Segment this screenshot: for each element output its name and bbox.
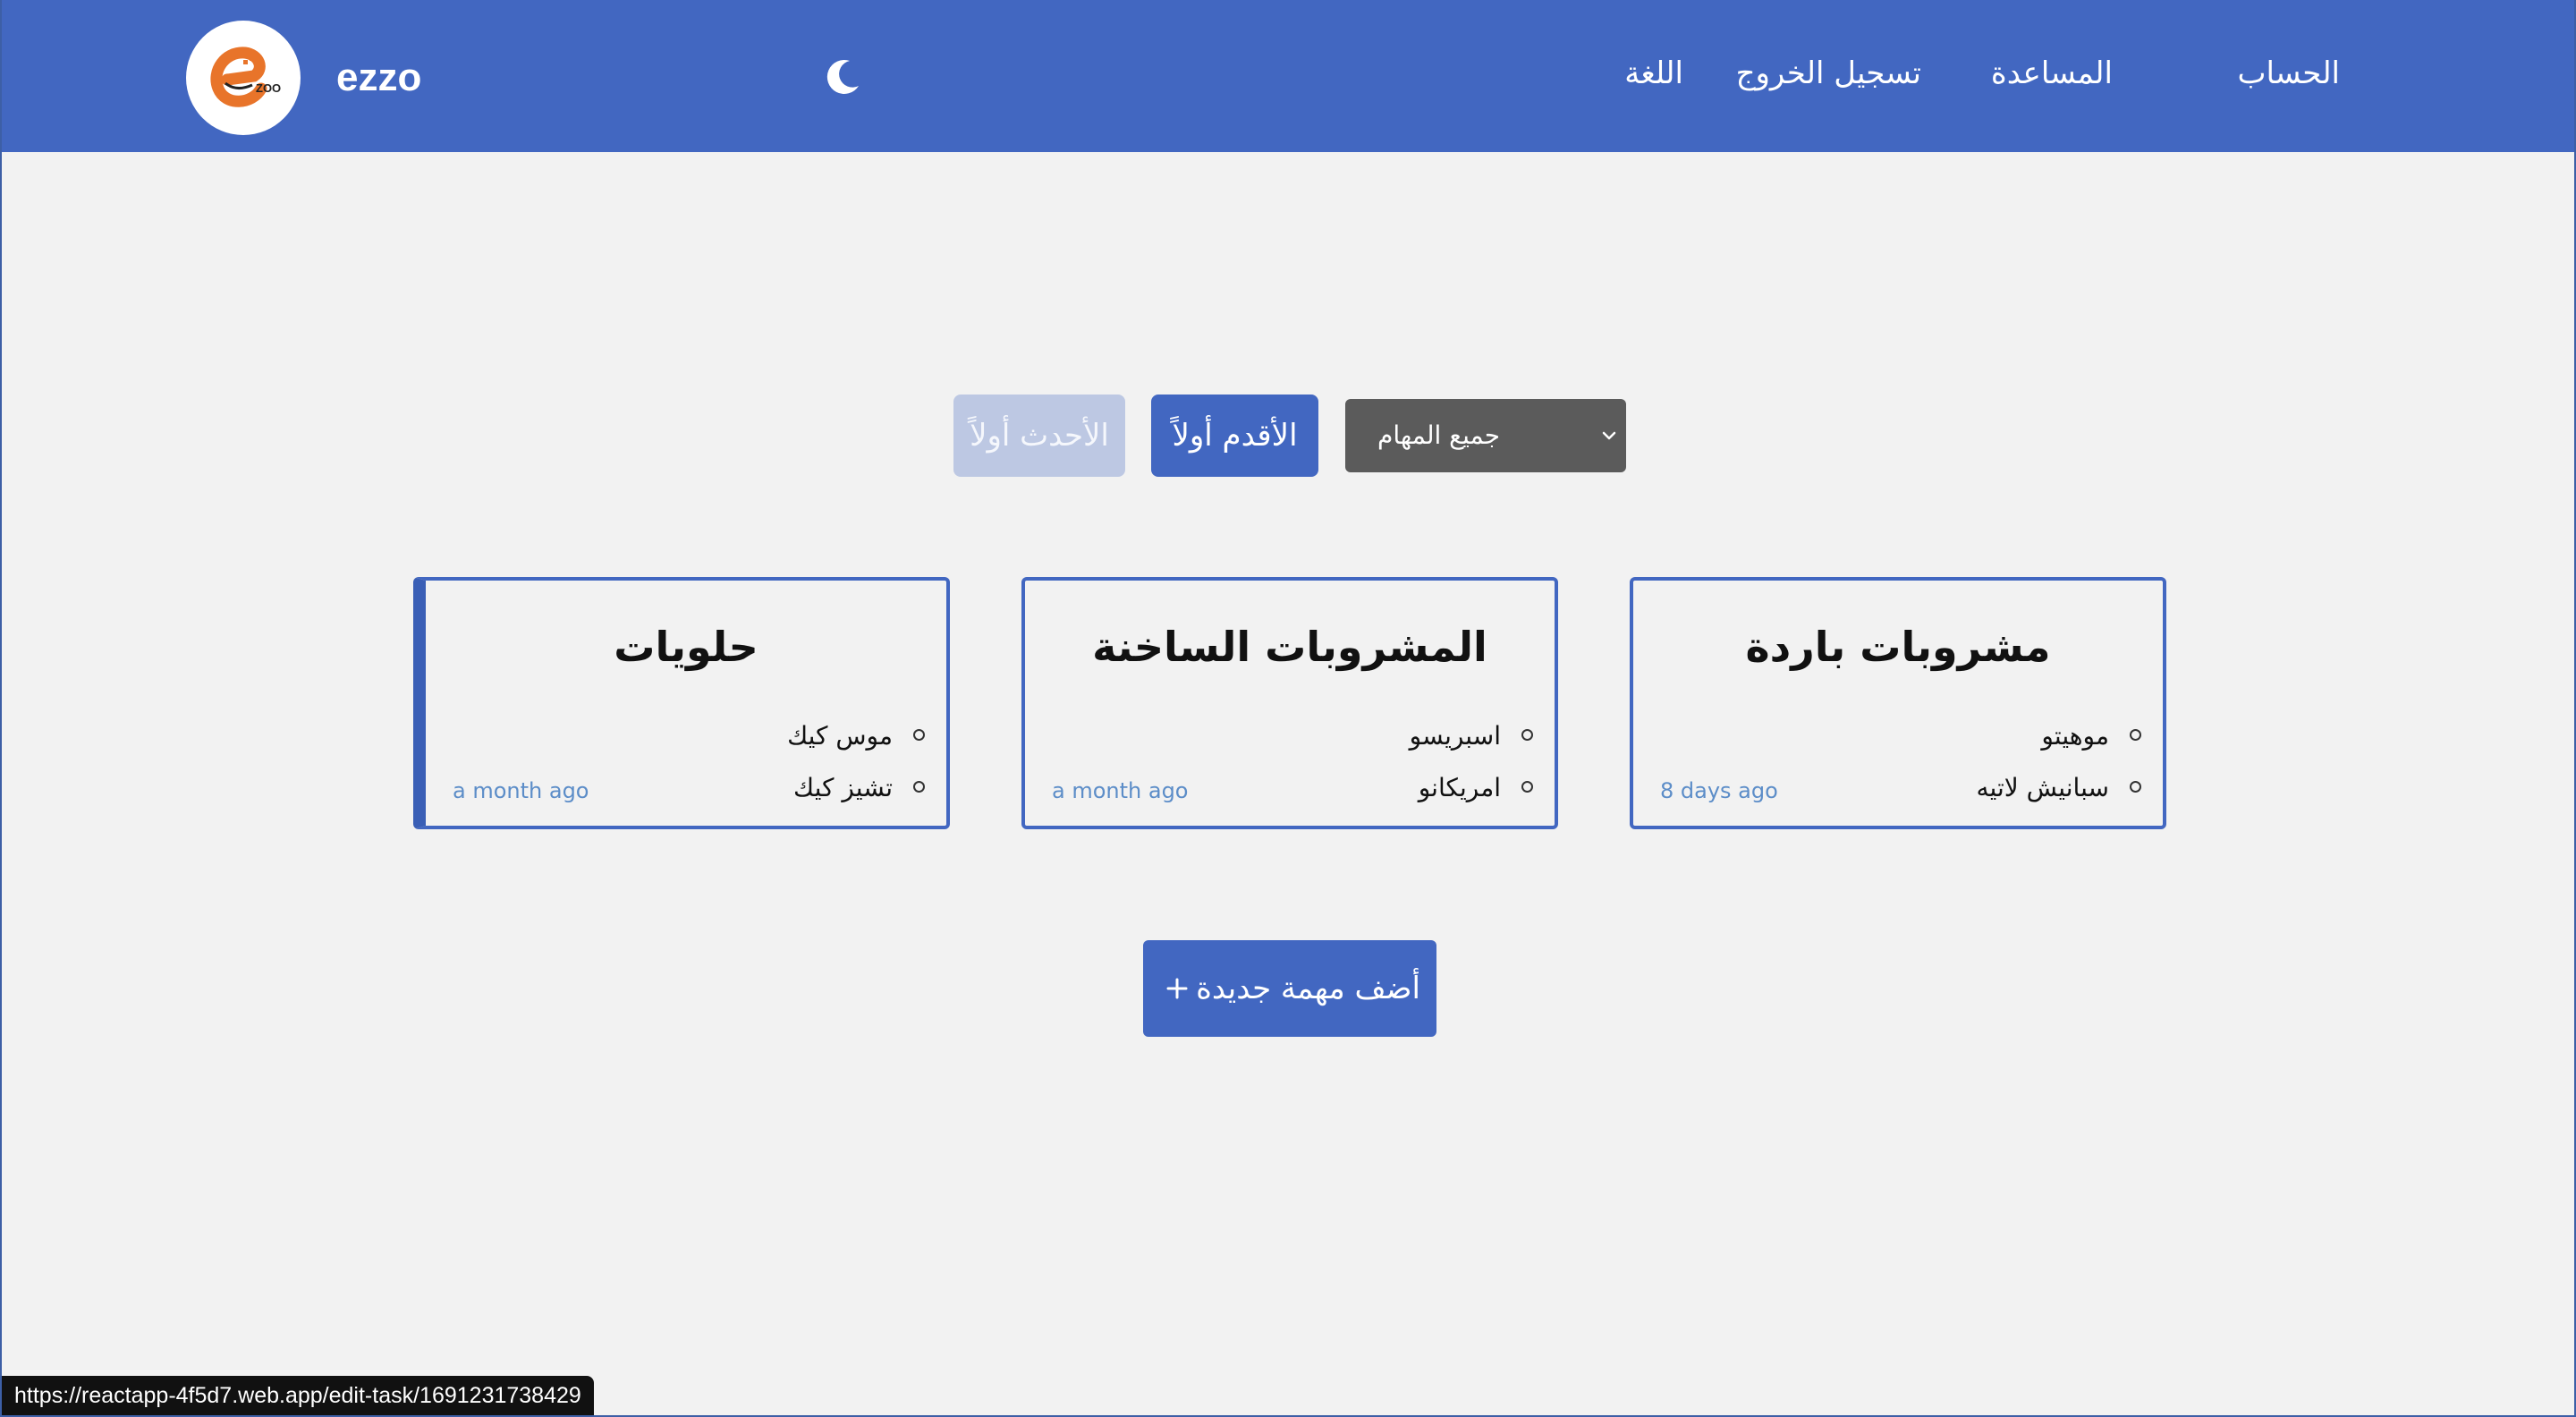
list-item: اسبريسو [1410,719,1555,771]
plus-icon [1166,978,1188,999]
card-timestamp: a month ago [453,778,589,803]
nav-language[interactable]: اللغة [1624,54,1683,93]
sort-newest-button[interactable]: الأحدث أولاً [953,395,1125,477]
status-bar-url: https://reactapp-4f5d7.web.app/edit-task… [2,1376,594,1415]
list-item: تشيز كيك [787,771,946,823]
card-items: اسبريسو امريكانو [1410,719,1555,823]
task-card[interactable]: المشروبات الساخنة اسبريسو امريكانو a mon… [1021,577,1558,829]
top-navbar: ZOO ezzo الحساب المساعدة تسجيل الخروج ال… [2,0,2574,152]
item-text: اسبريسو [1409,721,1501,751]
card-title: المشروبات الساخنة [1092,623,1487,671]
bullet-icon [913,729,925,741]
nav-help[interactable]: المساعدة [1991,54,2113,93]
bullet-icon [1521,781,1533,793]
card-title: مشروبات باردة [1745,623,2051,671]
task-card[interactable]: حلويات موس كيك تشيز كيك a month ago [413,577,950,829]
page: ZOO ezzo الحساب المساعدة تسجيل الخروج ال… [0,0,2576,1417]
card-timestamp: 8 days ago [1660,778,1778,803]
ezoo-logo-icon: ZOO [210,47,281,107]
task-filter-value: جميع المهام [1377,420,1501,450]
card-items: موس كيك تشيز كيك [787,719,946,823]
item-text: امريكانو [1418,773,1501,802]
nav-account[interactable]: الحساب [2238,54,2340,93]
bullet-icon [1521,729,1533,741]
svg-text:ZOO: ZOO [256,81,281,95]
item-text: موهيتو [2041,721,2109,751]
list-item: موهيتو [1976,719,2163,771]
list-item: موس كيك [787,719,946,771]
list-item: امريكانو [1410,771,1555,823]
logo[interactable]: ZOO [186,21,301,135]
bullet-icon [2130,781,2141,793]
nav-logout[interactable]: تسجيل الخروج [1736,54,1921,93]
moon-icon[interactable] [823,55,864,97]
item-text: موس كيك [787,721,893,751]
task-filter-select[interactable]: جميع المهام [1345,399,1626,472]
task-card[interactable]: مشروبات باردة موهيتو سبانيش لاتيه 8 days… [1630,577,2166,829]
add-task-button[interactable]: أضف مهمة جديدة [1143,940,1436,1037]
card-timestamp: a month ago [1052,778,1189,803]
chevron-down-icon [1602,431,1616,440]
brand-name[interactable]: ezzo [336,54,421,102]
add-task-label: أضف مهمة جديدة [1196,971,1420,1006]
card-items: موهيتو سبانيش لاتيه [1976,719,2163,823]
bullet-icon [2130,729,2141,741]
sort-oldest-button[interactable]: الأقدم أولاً [1151,395,1318,477]
item-text: سبانيش لاتيه [1976,773,2109,802]
bullet-icon [913,781,925,793]
list-item: سبانيش لاتيه [1976,771,2163,823]
card-title: حلويات [614,623,758,671]
item-text: تشيز كيك [793,773,893,802]
